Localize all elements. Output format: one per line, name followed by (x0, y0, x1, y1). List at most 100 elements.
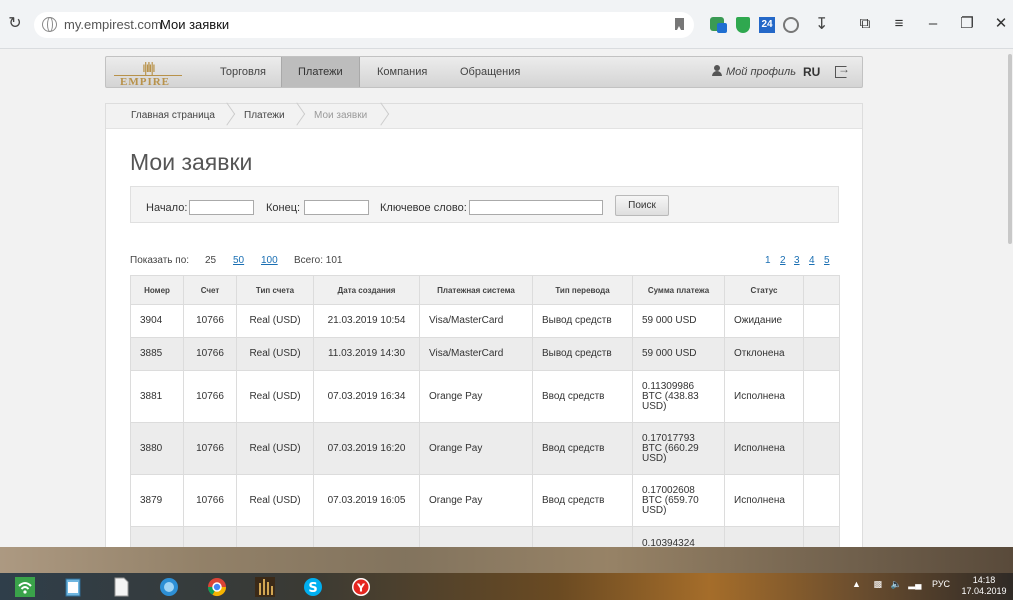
system-tray[interactable]: ▲ ▩ 🔈 ▂▄ РУС (852, 579, 950, 590)
taskbar-clock[interactable]: 14:18 17.04.2019 (955, 575, 1013, 597)
table-row[interactable]: 3881 10766 Real (USD) 07.03.2019 16:34 O… (130, 370, 840, 423)
cell-amount: 0.10394324 (632, 526, 725, 547)
cell-transfer-type: Ввод средств (532, 370, 633, 423)
cell-created (313, 526, 420, 547)
address-bar[interactable]: my.empirest.com Мои заявки (34, 12, 694, 38)
column-header[interactable]: Тип счета (236, 275, 314, 305)
nav-company[interactable]: Компания (361, 57, 443, 87)
breadcrumb: Главная страница Платежи Мои заявки (106, 104, 862, 129)
tray-expand-icon[interactable]: ▲ (852, 579, 861, 589)
extension-icon[interactable] (783, 17, 799, 33)
chrome-icon[interactable] (196, 573, 236, 600)
page-5[interactable]: 5 (824, 255, 830, 266)
signal-icon[interactable]: ▂▄ (908, 579, 921, 589)
reload-icon[interactable]: ↻ (6, 15, 24, 33)
page-size-label: Показать по: (130, 255, 190, 266)
cell-number (130, 526, 184, 547)
trading-app-icon[interactable] (244, 573, 284, 600)
breadcrumb-payments[interactable]: Платежи (244, 104, 285, 129)
pagination-bar: Показать по: 25 50 100 Всего: 101 1 2 3 … (130, 255, 839, 269)
cell-amount: 59 000 USD (632, 304, 725, 338)
browser-toolbar: ↻ my.empirest.com Мои заявки 24 ↧ ⧉ ≡ – … (0, 0, 1013, 49)
notepad-icon[interactable] (52, 573, 92, 600)
table-row[interactable]: 0.10394324 (130, 526, 840, 547)
cell-account-type: Real (USD) (236, 474, 314, 527)
column-header[interactable]: Счет (183, 275, 237, 305)
svg-text:Y: Y (356, 582, 366, 595)
start-date-label: Начало: (146, 202, 188, 214)
cell-number: 3880 (130, 422, 184, 475)
logo[interactable]: ı|ılı|ı EMPIRE (114, 59, 184, 88)
search-button[interactable]: Поиск (615, 195, 669, 216)
tray-network-icon[interactable]: ▩ (873, 579, 882, 589)
nav-payments[interactable]: Платежи (281, 57, 360, 87)
wifi-app-icon[interactable] (4, 573, 44, 600)
column-header[interactable]: Статус (724, 275, 804, 305)
page-scrollbar[interactable] (1007, 49, 1013, 547)
nav-trading[interactable]: Торговля (204, 57, 282, 87)
page-size-25[interactable]: 25 (205, 255, 216, 266)
cell-account-type (236, 526, 314, 547)
total-count: Всего: 101 (294, 255, 343, 266)
url-page-title: Мои заявки (160, 17, 230, 32)
page-4[interactable]: 4 (809, 255, 815, 266)
restore-icon[interactable]: ❐ (958, 15, 976, 33)
download-icon[interactable]: ↧ (815, 17, 831, 33)
column-header[interactable]: Номер (130, 275, 184, 305)
page-viewport: ı|ılı|ı EMPIRE Торговля Платежи Компания… (0, 49, 1007, 547)
profile-link[interactable]: Мой профиль (712, 57, 796, 87)
keyword-input[interactable] (469, 200, 603, 215)
skype-icon[interactable]: S (292, 573, 332, 600)
extension-icon[interactable] (710, 17, 728, 33)
page-1[interactable]: 1 (765, 255, 771, 266)
cell-account: 10766 (183, 474, 237, 527)
logout-icon[interactable] (835, 62, 850, 78)
yandex-browser-icon[interactable]: Y (340, 573, 380, 600)
cell-created: 07.03.2019 16:20 (313, 422, 420, 475)
breadcrumb-separator (224, 104, 234, 129)
tabs-icon[interactable]: ⧉ (856, 15, 874, 33)
close-icon[interactable]: ✕ (992, 15, 1010, 33)
globe-icon (42, 17, 57, 32)
browser-app-icon[interactable] (148, 573, 188, 600)
cell-transfer-type: Ввод средств (532, 474, 633, 527)
table-row[interactable]: 3904 10766 Real (USD) 21.03.2019 10:54 V… (130, 304, 840, 338)
page-2[interactable]: 2 (780, 255, 786, 266)
cell-account: 10766 (183, 422, 237, 475)
table-row[interactable]: 3880 10766 Real (USD) 07.03.2019 16:20 O… (130, 422, 840, 475)
cell-transfer-type: Вывод средств (532, 337, 633, 371)
filter-panel: Начало: Конец: Ключевое слово: Поиск (130, 186, 839, 223)
end-date-input[interactable] (304, 200, 369, 215)
volume-icon[interactable]: 🔈 (890, 579, 901, 589)
nav-requests[interactable]: Обращения (444, 57, 536, 87)
column-header[interactable]: Дата создания (313, 275, 420, 305)
cell-account-type: Real (USD) (236, 337, 314, 371)
requests-table: Номер Счет Тип счета Дата создания Плате… (130, 275, 840, 547)
page-size-100[interactable]: 100 (261, 255, 278, 266)
menu-icon[interactable]: ≡ (890, 15, 908, 33)
minimize-icon[interactable]: – (924, 15, 942, 33)
shield-icon[interactable] (736, 17, 750, 33)
table-row[interactable]: 3885 10766 Real (USD) 11.03.2019 14:30 V… (130, 337, 840, 371)
page-3[interactable]: 3 (794, 255, 800, 266)
breadcrumb-home[interactable]: Главная страница (131, 104, 215, 129)
extension-24-icon[interactable]: 24 (759, 17, 775, 33)
cell-payment-system: Orange Pay (419, 370, 533, 423)
page-size-50[interactable]: 50 (233, 255, 244, 266)
cell-created: 07.03.2019 16:34 (313, 370, 420, 423)
bookmark-icon[interactable] (675, 18, 684, 30)
file-icon[interactable] (100, 573, 140, 600)
table-row[interactable]: 3879 10766 Real (USD) 07.03.2019 16:05 O… (130, 474, 840, 527)
column-header[interactable]: Сумма платежа (632, 275, 725, 305)
clock-date: 17.04.2019 (961, 586, 1007, 596)
scrollbar-thumb[interactable] (1008, 54, 1012, 244)
cell-transfer-type: Вывод средств (532, 304, 633, 338)
column-header[interactable]: Платежная система (419, 275, 533, 305)
input-language[interactable]: РУС (932, 579, 950, 589)
column-header[interactable]: Тип перевода (532, 275, 633, 305)
user-icon (712, 65, 722, 76)
windows-taskbar: S Y ▲ ▩ 🔈 ▂▄ РУС 14:18 17.04.2019 (0, 547, 1013, 600)
start-date-input[interactable] (189, 200, 254, 215)
cell-status: Отклонена (724, 337, 804, 371)
language-switch[interactable]: RU (803, 57, 820, 87)
